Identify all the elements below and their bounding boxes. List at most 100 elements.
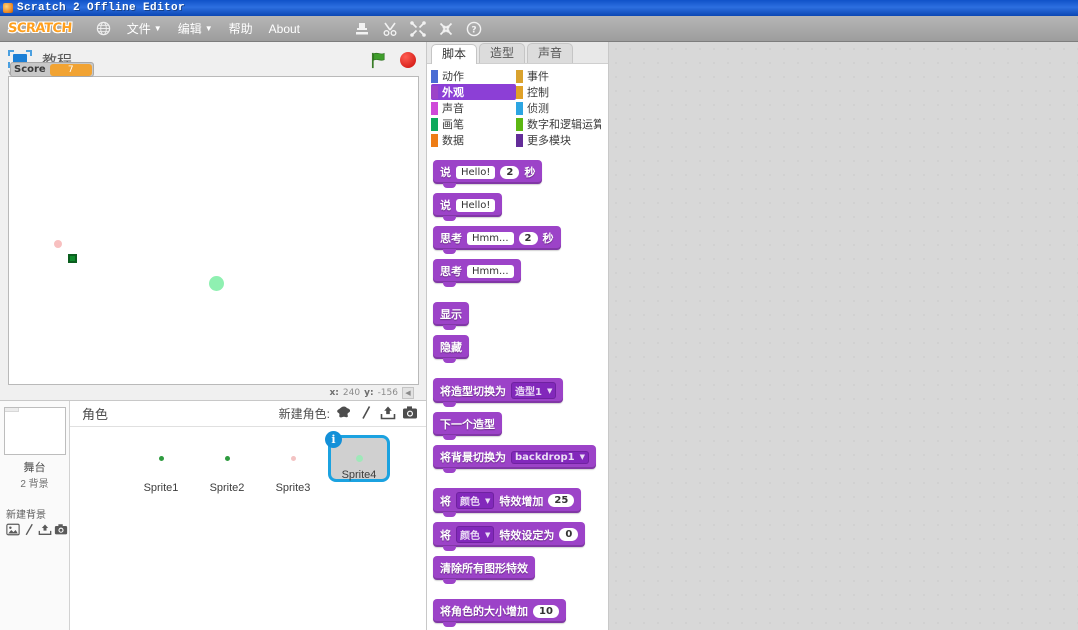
block-dropdown[interactable]: 颜色 ▼ bbox=[456, 526, 495, 543]
block-dropdown[interactable]: 颜色 ▼ bbox=[456, 492, 495, 509]
palette-block-show[interactable]: 显示 bbox=[433, 302, 469, 330]
menu-bar: SCRATCH 文件 ▼ 编辑 ▼ 帮助 About ? bbox=[0, 16, 1078, 42]
category-0[interactable]: 动作 bbox=[431, 68, 516, 84]
sprite-name-label: Sprite1 bbox=[143, 482, 179, 494]
scissors-icon[interactable] bbox=[382, 21, 398, 37]
block-dropdown-value: 造型1 bbox=[515, 387, 542, 398]
green-flag-icon[interactable] bbox=[369, 51, 388, 70]
block-text-input[interactable]: Hmm... bbox=[467, 264, 514, 278]
menu-item-about-label: About bbox=[268, 21, 301, 36]
menu-item-help[interactable]: 帮助 bbox=[221, 17, 261, 40]
category-label: 事件 bbox=[527, 71, 549, 83]
new-sprite-label: 新建角色: bbox=[278, 407, 330, 421]
sprite-library-icon[interactable] bbox=[336, 405, 352, 423]
camera-sprite-icon[interactable] bbox=[402, 405, 418, 423]
block-label: 将 bbox=[440, 494, 451, 508]
category-1[interactable]: 事件 bbox=[516, 68, 601, 84]
tab-costumes[interactable]: 造型 bbox=[479, 43, 526, 63]
chevron-down-icon: ▼ bbox=[204, 23, 213, 33]
tab-sounds[interactable]: 声音 bbox=[527, 43, 574, 63]
block-number-input[interactable]: 0 bbox=[559, 528, 579, 541]
category-9[interactable]: 更多模块 bbox=[516, 132, 601, 148]
palette-block-hide[interactable]: 隐藏 bbox=[433, 335, 469, 363]
block-label: 思考 bbox=[440, 265, 462, 278]
menu-item-file[interactable]: 文件 ▼ bbox=[119, 17, 170, 40]
stamp-icon[interactable] bbox=[354, 21, 370, 37]
globe-icon[interactable] bbox=[88, 18, 119, 39]
palette-block-set-effect[interactable]: 将颜色 ▼ 特效设定为 0 bbox=[433, 522, 586, 551]
stage-canvas[interactable] bbox=[8, 76, 419, 385]
paint-sprite-icon[interactable] bbox=[358, 405, 374, 423]
block-dropdown[interactable]: 造型1 ▼ bbox=[511, 382, 557, 399]
sprite-thumbnail bbox=[262, 435, 324, 482]
category-7[interactable]: 数字和逻辑运算 bbox=[516, 116, 601, 132]
menu-item-edit[interactable]: 编辑 ▼ bbox=[170, 17, 221, 40]
palette-spacer bbox=[433, 368, 608, 378]
scratch-logo[interactable]: SCRATCH bbox=[7, 21, 72, 36]
palette-block-change-effect[interactable]: 将颜色 ▼ 特效增加 25 bbox=[433, 488, 582, 517]
block-text-input[interactable]: Hello! bbox=[456, 198, 496, 212]
stage-thumbnail[interactable] bbox=[4, 407, 66, 455]
category-color-swatch bbox=[431, 69, 438, 83]
backdrop-library-icon[interactable] bbox=[6, 523, 20, 539]
palette-spacer bbox=[433, 292, 608, 302]
block-number-input[interactable]: 10 bbox=[533, 604, 559, 618]
palette-block-switch-backdrop[interactable]: 将背景切换为 backdrop1 ▼ bbox=[433, 445, 596, 473]
help-icon[interactable]: ? bbox=[466, 21, 482, 37]
category-2[interactable]: 外观 bbox=[431, 84, 516, 100]
palette-block-think[interactable]: 思考 Hmm... bbox=[433, 259, 521, 287]
block-label: 秒 bbox=[542, 232, 554, 245]
sprite-name-label: Sprite2 bbox=[209, 482, 245, 494]
sprite-square-green[interactable] bbox=[68, 254, 77, 263]
clone-dot-pink[interactable] bbox=[54, 240, 62, 248]
palette-block-think-for-secs[interactable]: 思考 Hmm... 2 秒 bbox=[433, 226, 561, 254]
sprite-info-badge[interactable]: i bbox=[325, 431, 342, 448]
category-3[interactable]: 控制 bbox=[516, 84, 601, 100]
category-6[interactable]: 画笔 bbox=[431, 116, 516, 132]
new-backdrop-label: 新建背景 bbox=[6, 510, 46, 521]
block-palette[interactable]: 说 Hello! 2 秒说 Hello! 思考 Hmm... 2 秒思考 Hmm... 显示 隐藏 将造… bbox=[427, 150, 608, 630]
script-canvas[interactable]: 当 被点击 将角色的大小设定为 5 隐藏 等待 1 秒 重复执行 ↻ 克隆 自 bbox=[609, 42, 1078, 630]
sprite-name-label: Sprite4 bbox=[341, 469, 377, 481]
coord-x-value: 240 bbox=[342, 387, 361, 398]
category-8[interactable]: 数据 bbox=[431, 132, 516, 148]
stage-selector-column[interactable]: 舞台 2 背景 新建背景 bbox=[0, 401, 70, 630]
shrink-icon[interactable] bbox=[438, 21, 454, 37]
tab-scripts[interactable]: 脚本 bbox=[431, 44, 478, 64]
stop-sign-icon[interactable] bbox=[400, 52, 416, 68]
camera-backdrop-icon[interactable] bbox=[54, 523, 68, 539]
category-color-swatch bbox=[516, 133, 523, 147]
sprite-item-sprite4[interactable]: i Sprite4 bbox=[325, 431, 390, 494]
block-number-input[interactable]: 25 bbox=[548, 494, 575, 507]
stage-wrapper: Score 7 bbox=[0, 62, 426, 385]
menu-item-about[interactable]: About bbox=[261, 19, 308, 39]
block-dropdown-value: 颜色 bbox=[460, 531, 480, 542]
sprite-item-sprite3[interactable]: Sprite3 bbox=[262, 435, 324, 494]
palette-block-change-size[interactable]: 将角色的大小增加 10 bbox=[433, 599, 566, 627]
stage-size-toggle[interactable]: ◀ bbox=[402, 386, 414, 399]
palette-block-say[interactable]: 说 Hello! bbox=[433, 193, 503, 221]
block-number-input[interactable]: 2 bbox=[500, 165, 520, 179]
palette-block-say-for-secs[interactable]: 说 Hello! 2 秒 bbox=[433, 160, 543, 188]
grow-icon[interactable] bbox=[410, 20, 426, 37]
paint-backdrop-icon[interactable] bbox=[22, 523, 36, 539]
backdrop-count: 2 背景 bbox=[20, 479, 49, 490]
block-dropdown[interactable]: backdrop1 ▼ bbox=[511, 450, 589, 464]
category-4[interactable]: 声音 bbox=[431, 100, 516, 116]
palette-block-clear-effects[interactable]: 清除所有图形特效 bbox=[433, 556, 535, 584]
block-number-input[interactable]: 2 bbox=[518, 231, 538, 245]
palette-block-next-costume[interactable]: 下一个造型 bbox=[433, 412, 502, 440]
sprite-item-sprite2[interactable]: Sprite2 bbox=[196, 435, 258, 494]
block-text-input[interactable]: Hello! bbox=[456, 165, 496, 179]
upload-sprite-icon[interactable] bbox=[380, 405, 396, 423]
score-watcher-label: Score bbox=[14, 64, 46, 75]
block-label: 显示 bbox=[440, 308, 462, 321]
palette-block-switch-costume[interactable]: 将造型切换为 造型1 ▼ bbox=[433, 378, 564, 407]
category-5[interactable]: 侦测 bbox=[516, 100, 601, 116]
sprite-header-title: 角色 bbox=[82, 407, 109, 422]
scratch-cat-icon bbox=[3, 3, 13, 13]
block-text-input[interactable]: Hmm... bbox=[467, 231, 514, 245]
clone-dot-green[interactable] bbox=[209, 276, 224, 291]
upload-backdrop-icon[interactable] bbox=[38, 523, 52, 539]
sprite-item-sprite1[interactable]: Sprite1 bbox=[130, 435, 192, 494]
